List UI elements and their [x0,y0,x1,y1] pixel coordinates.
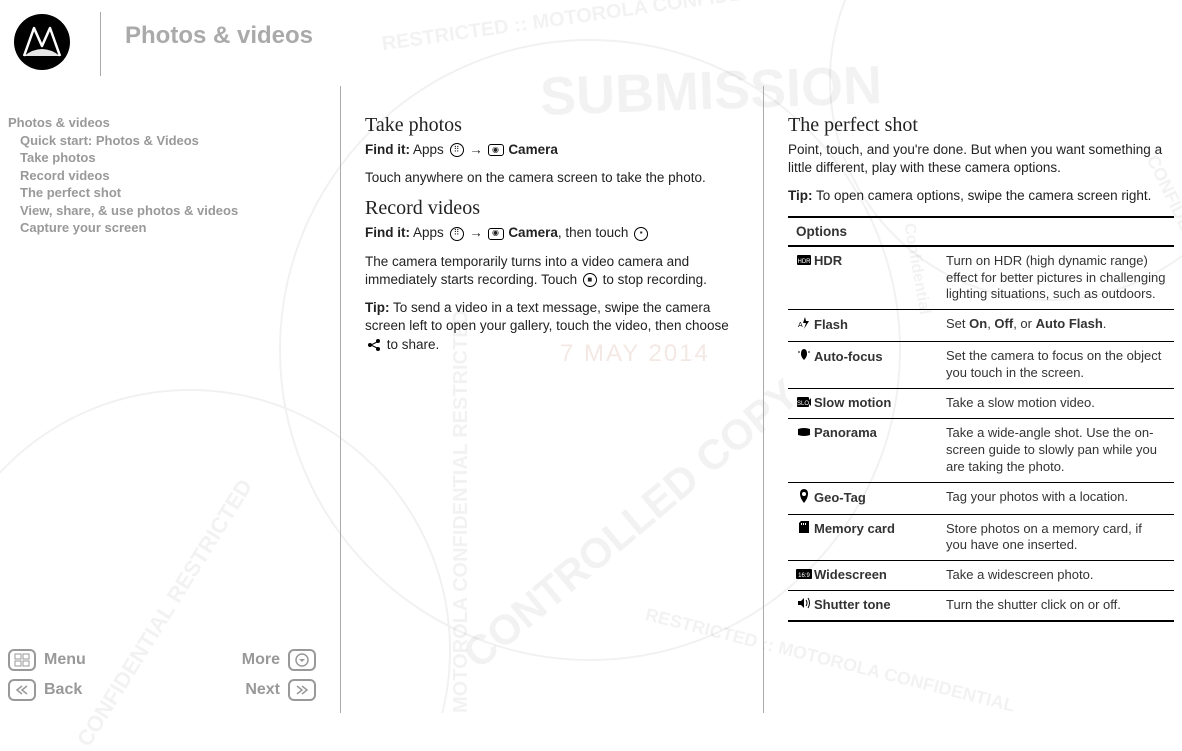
flash-icon: A [796,316,812,335]
sidebar: Photos & videos Quick start: Photos & Vi… [0,86,340,713]
take-photos-findit: Find it: Apps ⠿ → ◉ Camera [365,141,739,159]
perfect-shot-tip: Tip: To open camera options, swipe the c… [788,187,1174,205]
header-divider [100,12,101,76]
menu-icon[interactable] [8,649,36,671]
toc-item-take-photos[interactable]: Take photos [8,149,340,167]
hdr-icon: HDR [796,253,812,270]
option-row-memorycard: Memory card Store photos on a memory car… [788,514,1174,561]
toc-item-capture-screen[interactable]: Capture your screen [8,219,340,237]
option-row-widescreen: 16:9Widescreen Take a widescreen photo. [788,561,1174,591]
content-column-2: The perfect shot Point, touch, and you'r… [764,86,1182,713]
option-row-autofocus: Auto-focus Set the camera to focus on th… [788,342,1174,389]
toc-item-record-videos[interactable]: Record videos [8,167,340,185]
page-header: Photos & videos [0,0,1182,76]
camera-app-icon: ◉ [487,227,505,241]
motorola-logo [8,8,76,76]
options-table: Options HDRHDR Turn on HDR (high dynamic… [788,216,1174,623]
svg-text:16:9: 16:9 [798,573,810,579]
record-videos-heading: Record videos [365,197,739,220]
more-icon[interactable] [288,649,316,671]
record-videos-tip: Tip: To send a video in a text message, … [365,299,739,354]
stop-icon: ■ [581,273,599,287]
nav-panel: Menu More Back [2,645,322,705]
option-row-shuttertone: Shutter tone Turn the shutter click on o… [788,591,1174,622]
option-row-slowmotion: SLOSlow motion Take a slow motion video. [788,389,1174,419]
toc-item-perfect-shot[interactable]: The perfect shot [8,184,340,202]
option-flash-desc: Set On, Off, or Auto Flash. [938,310,1174,342]
option-row-hdr: HDRHDR Turn on HDR (high dynamic range) … [788,246,1174,310]
back-icon[interactable] [8,679,36,701]
toc-item-quickstart[interactable]: Quick start: Photos & Videos [8,132,340,150]
more-label[interactable]: More [242,651,280,669]
toc-top[interactable]: Photos & videos [8,114,340,132]
take-photos-body: Touch anywhere on the camera screen to t… [365,169,739,187]
option-row-geotag: Geo-Tag Tag your photos with a location. [788,482,1174,514]
record-icon: ▪ [632,227,650,241]
record-videos-body1: The camera temporarily turns into a vide… [365,253,739,289]
svg-text:HDR: HDR [798,259,812,265]
perfect-shot-heading: The perfect shot [788,114,1174,137]
take-photos-heading: Take photos [365,114,739,137]
svg-text:SLO: SLO [797,401,809,407]
next-label[interactable]: Next [245,681,280,699]
widescreen-icon: 16:9 [796,567,812,584]
perfect-shot-intro: Point, touch, and you're done. But when … [788,141,1174,177]
record-videos-findit: Find it: Apps ⠿ → ◉ Camera, then touch ▪ [365,224,739,242]
page-title: Photos & videos [125,22,313,50]
table-of-contents: Photos & videos Quick start: Photos & Vi… [8,114,340,237]
autofocus-icon [796,348,812,367]
camera-app-icon: ◉ [487,143,505,157]
toc-item-view-share[interactable]: View, share, & use photos & videos [8,202,340,220]
apps-icon: ⠿ [448,143,466,157]
options-header: Options [788,217,1174,246]
share-icon [365,338,383,352]
memorycard-icon [796,521,812,538]
content-column-1: Take photos Find it: Apps ⠿ → ◉ Camera T… [341,86,763,713]
shuttertone-icon [796,597,812,614]
next-icon[interactable] [288,679,316,701]
panorama-icon [796,425,812,442]
geotag-icon [796,489,812,508]
svg-text:A: A [798,322,803,329]
slowmotion-icon: SLO [796,395,812,412]
back-label[interactable]: Back [44,681,82,699]
option-row-flash: AFlash Set On, Off, or Auto Flash. [788,310,1174,342]
menu-label[interactable]: Menu [44,651,86,669]
apps-icon: ⠿ [448,227,466,241]
option-row-panorama: Panorama Take a wide-angle shot. Use the… [788,419,1174,483]
